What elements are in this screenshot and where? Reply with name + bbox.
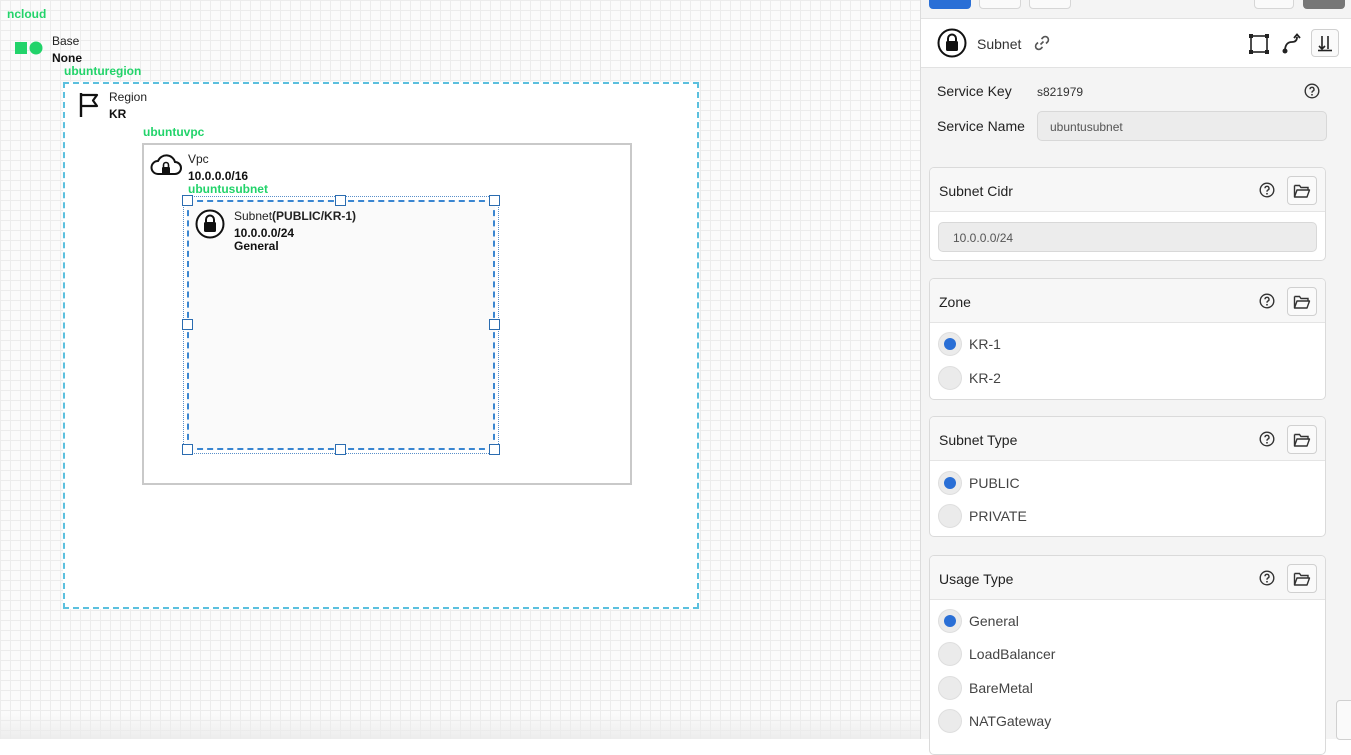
resize-handle-bottom-right[interactable] — [489, 444, 500, 455]
top-tab-4[interactable] — [1254, 0, 1294, 9]
sort-down-icon[interactable] — [1311, 29, 1339, 57]
subnet-type-card: Subnet Type PUBLIC PRIVATE — [929, 416, 1326, 537]
resize-handle-left[interactable] — [182, 319, 193, 330]
service-key-value: s821979 — [1037, 85, 1084, 99]
panel-header: Subnet — [921, 18, 1351, 68]
subnet-type-help-icon[interactable] — [1259, 431, 1275, 447]
flag-icon — [78, 92, 100, 123]
zone-option-kr-2[interactable]: KR-2 — [938, 366, 1001, 390]
subnet-lock-icon — [937, 28, 967, 63]
lock-icon — [195, 209, 225, 244]
region-label: ubunturegion — [64, 64, 142, 78]
usage-type-help-icon[interactable] — [1259, 570, 1275, 586]
subnet-cidr-card: Subnet Cidr 10.0.0.0/24 — [929, 167, 1326, 261]
side-drawer-tab[interactable] — [1336, 700, 1351, 740]
root-label: ncloud — [7, 7, 47, 21]
cloud-lock-icon — [150, 152, 182, 185]
zone-folder-icon[interactable] — [1287, 287, 1317, 316]
panel-top-toolbar — [921, 0, 1351, 10]
subnet-heading: Subnet(PUBLIC/KR-1) — [234, 209, 356, 223]
panel-title: Subnet — [977, 36, 1022, 52]
zone-option-kr-1[interactable]: KR-1 — [938, 332, 1001, 356]
subnet-cidr-help-icon[interactable] — [1259, 182, 1275, 198]
region-title: Region — [109, 90, 148, 104]
radio-label: KR-1 — [969, 336, 1001, 352]
subnet-cidr-title: Subnet Cidr — [939, 183, 1013, 199]
radio-button[interactable] — [938, 332, 962, 356]
region-value: KR — [109, 107, 127, 121]
resize-handle-top-left[interactable] — [182, 195, 193, 206]
radio-button[interactable] — [938, 642, 962, 666]
base-title: Base — [52, 34, 80, 48]
connector-icon[interactable] — [1278, 30, 1306, 58]
subnet-usage: General — [234, 239, 279, 253]
radio-label: LoadBalancer — [969, 646, 1056, 662]
subnet-qualifier: (PUBLIC/KR-1) — [272, 209, 357, 223]
bounding-box-icon[interactable] — [1245, 30, 1273, 58]
radio-button[interactable] — [938, 366, 962, 390]
subnet-label: ubuntusubnet — [188, 182, 268, 196]
usage-type-card-header: Usage Type — [930, 556, 1325, 600]
subnet-type-title: Subnet Type — [939, 432, 1018, 448]
zone-help-icon[interactable] — [1259, 293, 1275, 309]
vpc-cidr: 10.0.0.0/16 — [188, 169, 249, 183]
subnet-cidr-folder-icon[interactable] — [1287, 176, 1317, 205]
vpc-label: ubuntuvpc — [143, 125, 205, 139]
top-tab-5[interactable] — [1303, 0, 1345, 9]
radio-label: NATGateway — [969, 713, 1052, 729]
radio-label: General — [969, 613, 1019, 629]
zone-card-header: Zone — [930, 279, 1325, 323]
radio-button[interactable] — [938, 504, 962, 528]
resize-handle-right[interactable] — [489, 319, 500, 330]
zone-title: Zone — [939, 294, 971, 310]
subnet-cidr-card-header: Subnet Cidr — [930, 168, 1325, 212]
radio-button[interactable] — [938, 709, 962, 733]
radio-label: BareMetal — [969, 680, 1033, 696]
zone-card: Zone KR-1 KR-2 — [929, 278, 1326, 400]
radio-label: PRIVATE — [969, 508, 1027, 524]
service-key-label: Service Key — [937, 83, 1012, 99]
subnet-type-folder-icon[interactable] — [1287, 425, 1317, 454]
usage-type-option-loadbalancer[interactable]: LoadBalancer — [938, 642, 1055, 666]
radio-button[interactable] — [938, 676, 962, 700]
usage-type-option-baremetal[interactable]: BareMetal — [938, 676, 1033, 700]
top-tab-3[interactable] — [1029, 0, 1071, 9]
canvas-bottom-fade — [0, 713, 920, 739]
top-tab-active[interactable] — [929, 0, 971, 9]
service-key-help-icon[interactable] — [1304, 83, 1320, 99]
ncloud-logo-icon — [15, 41, 45, 60]
radio-label: KR-2 — [969, 370, 1001, 386]
usage-type-option-natgateway[interactable]: NATGateway — [938, 709, 1051, 733]
service-name-label: Service Name — [937, 118, 1025, 134]
subnet-type-card-header: Subnet Type — [930, 417, 1325, 461]
resize-handle-top[interactable] — [335, 195, 346, 206]
link-icon[interactable] — [1033, 34, 1051, 57]
subnet-cidr: 10.0.0.0/24 — [234, 226, 295, 240]
resize-handle-bottom[interactable] — [335, 444, 346, 455]
subnet-type-option-public[interactable]: PUBLIC — [938, 471, 1020, 495]
vpc-title: Vpc — [188, 152, 209, 166]
radio-button[interactable] — [938, 609, 962, 633]
subnet-title: Subnet — [234, 209, 273, 223]
resize-handle-top-right[interactable] — [489, 195, 500, 206]
service-name-input[interactable]: ubuntusubnet — [1037, 111, 1327, 141]
top-tab-2[interactable] — [979, 0, 1021, 9]
usage-type-title: Usage Type — [939, 571, 1014, 587]
subnet-cidr-input[interactable]: 10.0.0.0/24 — [938, 222, 1317, 252]
resize-handle-bottom-left[interactable] — [182, 444, 193, 455]
subnet-type-option-private[interactable]: PRIVATE — [938, 504, 1027, 528]
usage-type-card: Usage Type General LoadBalancer BareMeta… — [929, 555, 1326, 755]
base-value: None — [52, 51, 82, 65]
diagram-canvas[interactable]: ncloud Base None ubunturegion Region KR … — [0, 0, 920, 739]
usage-type-folder-icon[interactable] — [1287, 564, 1317, 593]
usage-type-option-general[interactable]: General — [938, 609, 1019, 633]
radio-label: PUBLIC — [969, 475, 1020, 491]
radio-button[interactable] — [938, 471, 962, 495]
